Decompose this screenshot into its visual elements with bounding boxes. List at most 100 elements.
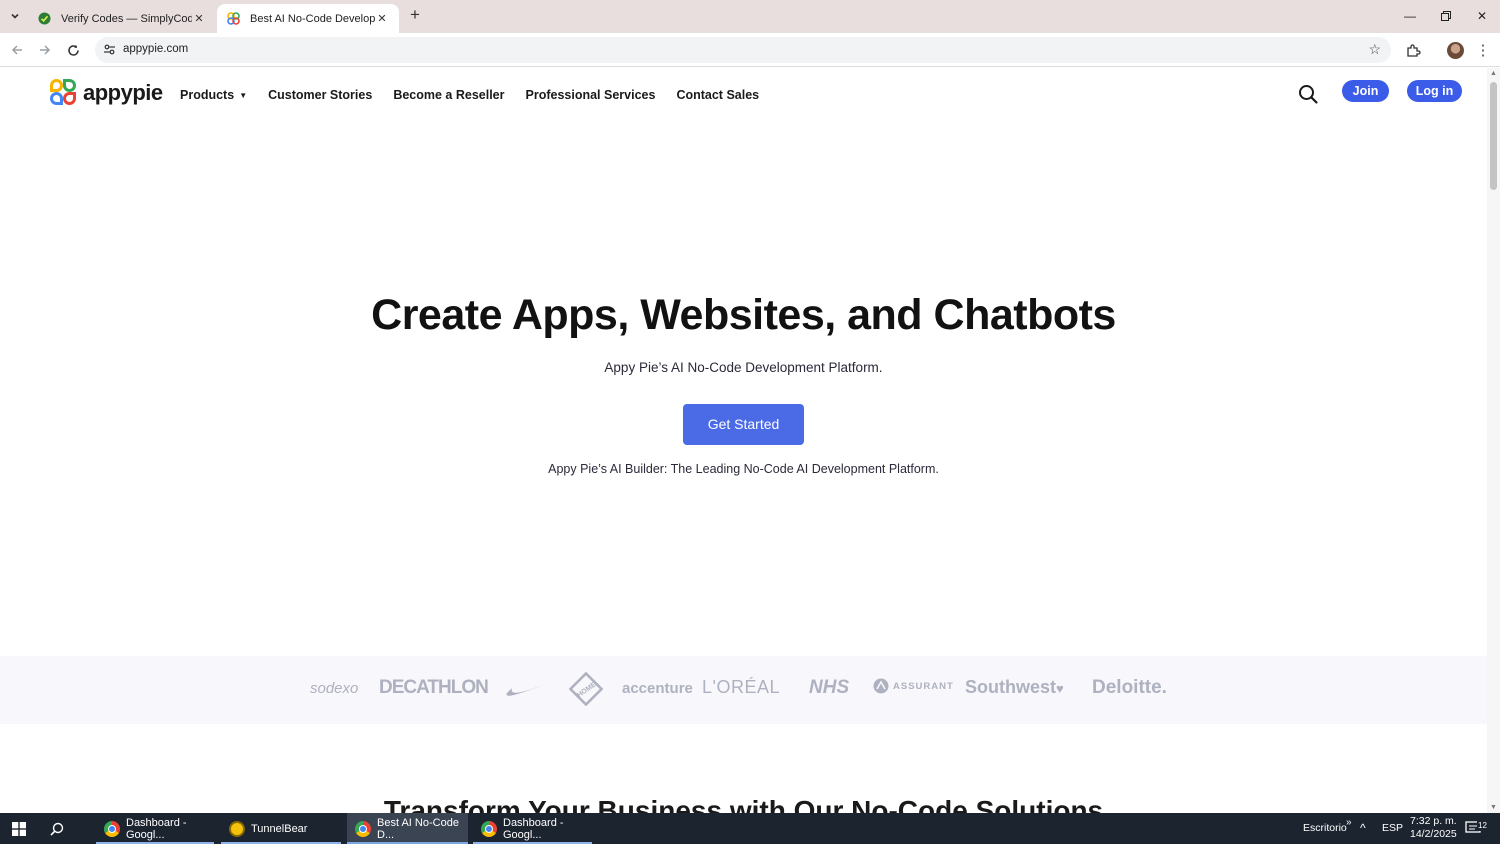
nike-swoosh-icon: [506, 683, 548, 696]
brand-logo-sodexo: sodexo: [310, 680, 359, 697]
assurant-emblem-icon: [873, 678, 889, 694]
get-started-button[interactable]: Get Started: [683, 404, 804, 445]
bookmark-star-icon[interactable]: ☆: [1368, 41, 1381, 58]
notification-center-button[interactable]: 12: [1465, 813, 1489, 844]
hero-note: Appy Pie’s AI Builder: The Leading No-Co…: [548, 462, 939, 476]
brand-logo-assurant-text: ASSURANT: [893, 680, 954, 692]
puzzle-icon: [1406, 43, 1421, 57]
start-button[interactable]: [4, 813, 34, 844]
nav-item-professional-services[interactable]: Professional Services: [526, 88, 656, 102]
close-icon[interactable]: ✕: [375, 12, 389, 25]
brand-logos-strip: sodexo DECATHLON HOME accenture L'ORÉAL …: [0, 656, 1487, 724]
close-icon: ✕: [1476, 9, 1488, 23]
appypie-logo-mark-icon: [50, 79, 78, 107]
reload-button[interactable]: [61, 38, 85, 62]
taskbar-app-chrome-dashboard[interactable]: Dashboard - Googl...: [96, 813, 214, 844]
taskbar-search-button[interactable]: [42, 813, 72, 844]
minimize-icon: —: [1404, 9, 1416, 23]
arrow-left-icon: [11, 45, 22, 55]
hero-title: Create Apps, Websites, and Chatbots: [371, 291, 1116, 339]
brand-logo-southwest: Southwest♥: [965, 677, 1064, 698]
appypie-logo[interactable]: appypie: [50, 79, 163, 107]
taskbar-app-label: Dashboard - Googl...: [503, 816, 564, 841]
taskbar-app-label: Dashboard - Googl...: [126, 816, 187, 841]
simplycodes-favicon-icon: [38, 12, 51, 25]
chevron-down-icon: [11, 13, 19, 19]
brand-logo-assurant: ASSURANT: [873, 678, 954, 694]
site-settings-icon[interactable]: [103, 43, 116, 56]
nav-item-become-a-reseller[interactable]: Become a Reseller: [393, 88, 504, 102]
main-navigation: Products ▼ Customer Stories Become a Rese…: [180, 88, 780, 102]
browser-tab-simplycodes[interactable]: Verify Codes — SimplyCodes ✕: [28, 4, 216, 33]
brand-logo-southwest-text: Southwest: [965, 677, 1057, 697]
brand-logo-decathlon: DECATHLON: [379, 677, 489, 698]
login-button[interactable]: Log in: [1407, 80, 1462, 102]
page-viewport: appypie Products ▼ Customer Stories Becom…: [0, 68, 1487, 813]
brand-logo-loreal: L'ORÉAL: [702, 677, 780, 697]
brand-logo-deloitte: Deloitte.: [1092, 677, 1167, 698]
close-icon[interactable]: ✕: [192, 12, 206, 25]
windows-logo-icon: [12, 821, 26, 836]
clock-date: 14/2/2025: [1410, 828, 1457, 840]
avatar: [1446, 41, 1464, 59]
extensions-button[interactable]: [1403, 40, 1423, 60]
taskbar-app-chrome-dashboard-2[interactable]: Dashboard - Googl...: [473, 813, 592, 844]
plus-icon: +: [410, 5, 420, 24]
search-icon: [50, 822, 64, 836]
reload-icon: [67, 44, 79, 56]
tunnelbear-icon: [229, 820, 245, 837]
brand-logo-nhs: NHS: [809, 677, 850, 698]
show-hidden-icons-chevron-icon[interactable]: ^: [1360, 813, 1366, 844]
chrome-icon: [481, 820, 497, 837]
taskbar-app-label: Best AI No-Code D...: [377, 816, 459, 841]
more-vertical-icon: ⋮: [1475, 41, 1491, 59]
taskbar-app-tunnelbear[interactable]: TunnelBear: [221, 813, 341, 844]
nav-item-label: Products: [180, 88, 235, 102]
browser-tab-strip: Verify Codes — SimplyCodes ✕ Best AI No-…: [0, 0, 1500, 33]
join-button[interactable]: Join: [1342, 80, 1389, 102]
profile-button[interactable]: [1445, 40, 1465, 60]
new-tab-button[interactable]: +: [405, 6, 425, 26]
taskbar-app-chrome-appypie[interactable]: Best AI No-Code D...: [347, 813, 468, 844]
chrome-icon: [355, 820, 371, 837]
close-window-button[interactable]: ✕: [1464, 4, 1500, 28]
home-depot-logo-icon: HOME: [569, 672, 603, 706]
tab-title: Verify Codes — SimplyCodes: [61, 12, 192, 25]
tab-title: Best AI No-Code Development: [250, 12, 375, 25]
clock[interactable]: 7:32 p. m. 14/2/2025: [1410, 815, 1457, 846]
caret-down-icon: ▼: [239, 91, 248, 101]
windows-taskbar: Dashboard - Googl... TunnelBear Best AI …: [0, 813, 1500, 844]
scroll-up-arrow-icon[interactable]: ▲: [1489, 70, 1498, 77]
browser-toolbar: appypie.com ☆ ⋮: [0, 33, 1500, 67]
section-title: Transform Your Business with Our No-Code…: [383, 795, 1104, 813]
hero-subtitle: Appy Pie’s AI No-Code Development Platfo…: [604, 360, 883, 375]
tab-search-button[interactable]: [5, 6, 25, 26]
toolbar-expand-icon[interactable]: »: [1346, 807, 1352, 838]
minimize-button[interactable]: —: [1392, 4, 1428, 28]
forward-button[interactable]: [33, 38, 57, 62]
address-bar[interactable]: appypie.com ☆: [95, 37, 1391, 63]
chrome-icon: [104, 820, 120, 837]
nav-item-contact-sales[interactable]: Contact Sales: [676, 88, 759, 102]
search-icon[interactable]: [1297, 83, 1319, 105]
scroll-down-arrow-icon[interactable]: ▼: [1489, 804, 1498, 811]
taskbar-app-label: TunnelBear: [251, 822, 308, 835]
logo-text: appypie: [83, 80, 163, 105]
nav-item-products[interactable]: Products ▼: [180, 88, 247, 102]
browser-menu-button[interactable]: ⋮: [1473, 40, 1493, 60]
input-language[interactable]: ESP: [1382, 813, 1403, 844]
notification-count-badge: 12: [1477, 821, 1488, 831]
url-text: appypie.com: [123, 43, 189, 55]
back-button[interactable]: [5, 38, 29, 62]
browser-tab-appypie[interactable]: Best AI No-Code Development ✕: [217, 4, 399, 33]
scrollbar-thumb[interactable]: [1490, 82, 1497, 190]
page-scrollbar[interactable]: ▲ ▼: [1487, 68, 1500, 813]
heart-icon: ♥: [1056, 681, 1064, 696]
appypie-favicon-icon: [227, 12, 240, 25]
nav-item-customer-stories[interactable]: Customer Stories: [268, 88, 372, 102]
arrow-right-icon: [40, 45, 51, 55]
restore-icon: [1441, 11, 1451, 21]
clock-time: 7:32 p. m.: [1410, 815, 1457, 827]
restore-button[interactable]: [1428, 4, 1464, 28]
desktop-toolbar-label[interactable]: Escritorio: [1303, 813, 1347, 844]
